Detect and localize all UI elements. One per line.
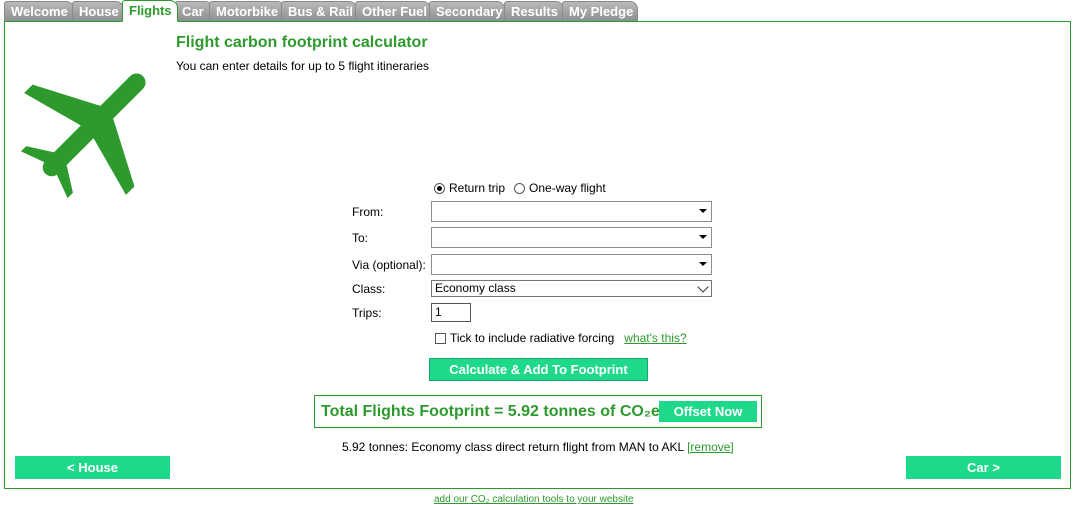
trips-label: Trips: [352,306,382,320]
to-field[interactable] [431,227,712,248]
remove-link[interactable]: [remove] [687,440,734,454]
offset-now-button[interactable]: Offset Now [659,401,757,422]
tab-secondary[interactable]: Secondary [429,1,505,21]
trip-type-group: Return trip One-way flight [434,181,606,195]
dropdown-arrow-icon[interactable] [699,209,707,213]
tab-my-pledge[interactable]: My Pledge [562,1,638,21]
radiative-forcing-label: Tick to include radiative forcing [450,331,615,345]
class-label: Class: [352,282,386,296]
to-label: To: [352,231,369,245]
tab-results[interactable]: Results [504,1,564,21]
via-label: Via (optional): [352,258,426,272]
return-trip-label: Return trip [449,181,506,195]
tab-bar: Welcome House Flights Car Motorbike Bus … [0,0,1084,22]
flight-summary-text: 5.92 tonnes: Economy class direct return… [342,440,684,454]
tab-car[interactable]: Car [175,1,213,21]
tab-motorbike[interactable]: Motorbike [209,1,285,21]
return-trip-radio[interactable] [434,182,445,194]
flight-summary: 5.92 tonnes: Economy class direct return… [342,440,734,454]
tab-welcome[interactable]: Welcome [4,1,74,21]
chevron-down-icon [697,281,709,293]
next-car-button[interactable]: Car > [906,456,1061,479]
via-field[interactable] [431,254,712,275]
oneway-flight-label: One-way flight [529,181,606,195]
tab-other-fuel[interactable]: Other Fuel [355,1,431,21]
from-field[interactable] [431,201,712,222]
tab-bus-rail[interactable]: Bus & Rail [281,1,357,21]
airplane-icon [20,73,146,199]
from-label: From: [352,205,384,219]
dropdown-arrow-icon[interactable] [699,262,707,266]
total-footprint-box: Total Flights Footprint = 5.92 tonnes of… [314,395,762,428]
radiative-forcing-checkbox[interactable] [435,332,446,344]
total-footprint-text: Total Flights Footprint = 5.92 tonnes of… [321,403,660,420]
class-select[interactable]: Economy class [431,280,712,297]
calculate-button[interactable]: Calculate & Add To Footprint [429,358,648,381]
prev-house-button[interactable]: < House [15,456,170,479]
tab-house[interactable]: House [72,1,124,21]
tab-flights[interactable]: Flights [122,0,178,22]
radiative-forcing-row: Tick to include radiative forcing what's… [435,331,687,345]
page-subtitle: You can enter details for up to 5 flight… [176,59,430,73]
whats-this-link[interactable]: what's this? [624,331,686,345]
trips-input[interactable]: 1 [431,303,471,322]
dropdown-arrow-icon[interactable] [699,235,707,239]
page-title: Flight carbon footprint calculator [176,34,428,51]
oneway-flight-radio[interactable] [514,182,526,194]
class-value: Economy class [435,281,516,295]
